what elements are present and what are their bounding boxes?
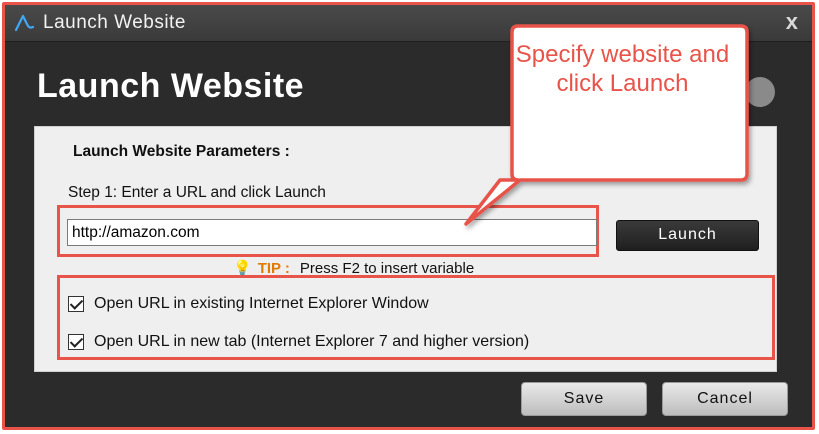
callout-text: Specify website and click Launch <box>515 41 730 97</box>
